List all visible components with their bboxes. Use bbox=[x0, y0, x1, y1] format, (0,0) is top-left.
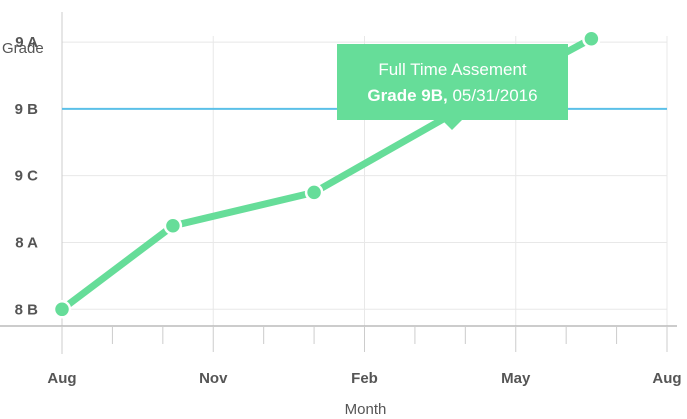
chart-tooltip: Full Time Assement Grade 9B, 05/31/2016 bbox=[337, 44, 568, 120]
y-tick-label: 8 A bbox=[15, 234, 38, 251]
tooltip-value: Grade 9B, 05/31/2016 bbox=[337, 83, 568, 109]
tooltip-date: 05/31/2016 bbox=[452, 86, 538, 105]
x-axis-title: Month bbox=[345, 401, 387, 418]
x-tick-label: Feb bbox=[351, 370, 378, 387]
y-tick-label: 8 B bbox=[15, 301, 39, 318]
y-tick-label: 9 C bbox=[15, 168, 39, 185]
x-tick-label: Nov bbox=[199, 370, 228, 387]
x-tick-label: Aug bbox=[47, 370, 76, 387]
data-point bbox=[52, 300, 72, 319]
tooltip-pointer bbox=[442, 120, 462, 130]
tooltip-title: Full Time Assement bbox=[378, 60, 527, 79]
data-point bbox=[582, 29, 601, 48]
chart-container: Aug Nov Feb May Aug 8 B8 A9 C9 B9 A Grade Month… bbox=[0, 0, 687, 419]
x-tick-label: Aug bbox=[652, 370, 681, 387]
y-axis-title: Grade bbox=[2, 40, 44, 57]
data-point bbox=[304, 183, 324, 202]
y-tick-label: 9 B bbox=[15, 101, 39, 118]
tooltip-grade: Grade 9B, bbox=[367, 86, 448, 105]
data-point bbox=[163, 216, 183, 236]
x-tick-label: May bbox=[501, 370, 531, 387]
